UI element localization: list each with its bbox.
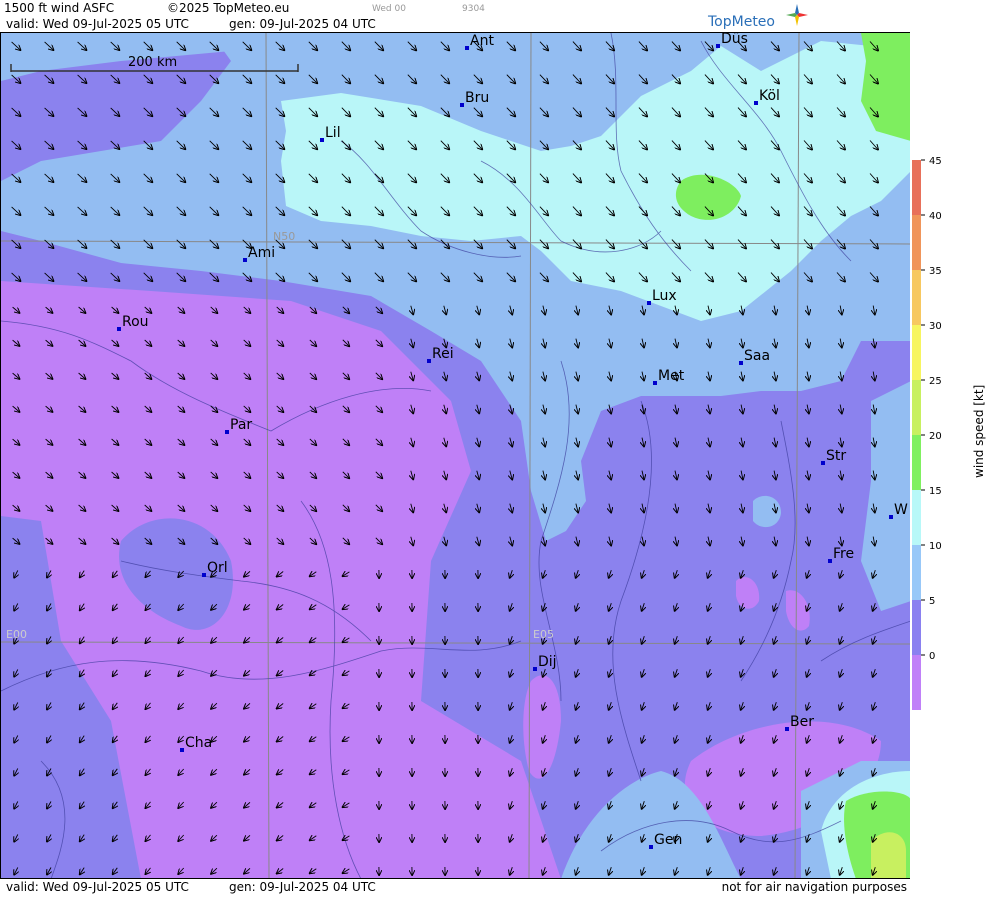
- lat-label-n50: N50: [273, 230, 295, 243]
- legend-label: wind speed [kt]: [972, 385, 986, 478]
- legend-tick-label: 5: [929, 596, 935, 607]
- city-dot: [739, 361, 743, 365]
- city-dot: [649, 845, 653, 849]
- city-label-18: Cha: [185, 735, 212, 751]
- city-dot: [460, 103, 464, 107]
- city-dot: [716, 44, 720, 48]
- city-label-6: Lux: [652, 288, 677, 304]
- city-label-12: Str: [826, 448, 846, 464]
- zone-yellow-se: [871, 832, 906, 879]
- city-label-1: Düs: [721, 33, 748, 47]
- disclaimer: not for air navigation purposes: [722, 880, 907, 894]
- legend-tick-label: 20: [929, 431, 942, 442]
- city-label-11: Par: [230, 417, 252, 433]
- city-dot: [754, 101, 758, 105]
- city-dot: [243, 258, 247, 262]
- city-label-9: Saa: [744, 348, 770, 364]
- wind-map[interactable]: Ant Düs Bru Köl Lil Ami Lux Rou Rei Saa Met Par Str W…: [0, 32, 911, 879]
- city-label-10: Met: [658, 368, 685, 384]
- color-legend: 45 40 35 30 25 20 15 10 5 0 wind speed [kt]: [910, 0, 1000, 893]
- topmeteo-logo: TopMeteo: [708, 4, 818, 30]
- city-label-14: Fre: [833, 546, 854, 562]
- city-dot: [202, 573, 206, 577]
- legend-tick-label: 25: [929, 376, 942, 387]
- copyright: ©2025 TopMeteo.eu: [167, 1, 289, 15]
- city-dot: [821, 461, 825, 465]
- city-label-2: Bru: [465, 90, 489, 106]
- city-dot: [647, 301, 651, 305]
- legend-swatch: [912, 380, 921, 435]
- city-label-0: Ant: [470, 33, 494, 49]
- city-dot: [889, 515, 893, 519]
- legend-swatch: [912, 435, 921, 490]
- header: 1500 ft wind ASFC ©2025 TopMeteo.eu Wed …: [0, 0, 910, 32]
- city-dot: [785, 727, 789, 731]
- legend-swatch: [912, 160, 921, 215]
- legend-tick-label: 40: [929, 211, 942, 222]
- city-label-13: W: [894, 502, 908, 518]
- code-label: 9304: [462, 4, 485, 14]
- compass-icon: [786, 4, 808, 26]
- legend-swatch: [912, 490, 921, 545]
- city-dot: [465, 46, 469, 50]
- legend-tick-label: 45: [929, 156, 942, 167]
- city-label-5: Ami: [248, 245, 275, 261]
- legend-swatch: [912, 545, 921, 600]
- legend-swatch: [912, 270, 921, 325]
- legend-scale: 45 40 35 30 25 20 15 10 5 0: [910, 0, 1000, 893]
- run-label: Wed 00: [372, 4, 406, 14]
- city-dot: [427, 359, 431, 363]
- city-label-8: Rei: [432, 346, 454, 362]
- legend-tick-label: 10: [929, 541, 942, 552]
- legend-tick-label: 30: [929, 321, 942, 332]
- scale-bar-label: 200 km: [128, 55, 177, 70]
- valid-time: valid: Wed 09-Jul-2025 05 UTC: [6, 17, 189, 31]
- city-dot: [653, 381, 657, 385]
- city-label-4: Lil: [325, 125, 341, 141]
- city-dot: [533, 667, 537, 671]
- legend-swatch: [912, 655, 921, 710]
- city-dot: [828, 559, 832, 563]
- footer-valid-time: valid: Wed 09-Jul-2025 05 UTC: [6, 880, 189, 894]
- legend-swatch: [912, 325, 921, 380]
- city-dot: [225, 430, 229, 434]
- city-dot: [320, 138, 324, 142]
- generation-time: gen: 09-Jul-2025 04 UTC: [229, 17, 376, 31]
- city-dot: [180, 748, 184, 752]
- lon-label-e05: E05: [533, 628, 554, 641]
- legend-tick-label: 35: [929, 266, 942, 277]
- footer: valid: Wed 09-Jul-2025 05 UTC gen: 09-Ju…: [0, 878, 910, 894]
- city-label-17: Ber: [790, 714, 814, 730]
- legend-swatch: [912, 215, 921, 270]
- footer-generation-time: gen: 09-Jul-2025 04 UTC: [229, 880, 376, 894]
- city-label-16: Dij: [538, 654, 557, 670]
- brand-name: TopMeteo: [708, 14, 775, 30]
- city-label-7: Rou: [122, 314, 149, 330]
- lon-label-e00: E00: [6, 628, 27, 641]
- legend-tick-label: 0: [929, 651, 935, 662]
- chart-title: 1500 ft wind ASFC: [4, 1, 114, 15]
- city-label-15: Orl: [207, 560, 228, 576]
- city-label-19: Gen: [654, 832, 682, 848]
- legend-swatch: [912, 600, 921, 655]
- city-label-3: Köl: [759, 88, 780, 104]
- city-dot: [117, 327, 121, 331]
- legend-tick-label: 15: [929, 486, 942, 497]
